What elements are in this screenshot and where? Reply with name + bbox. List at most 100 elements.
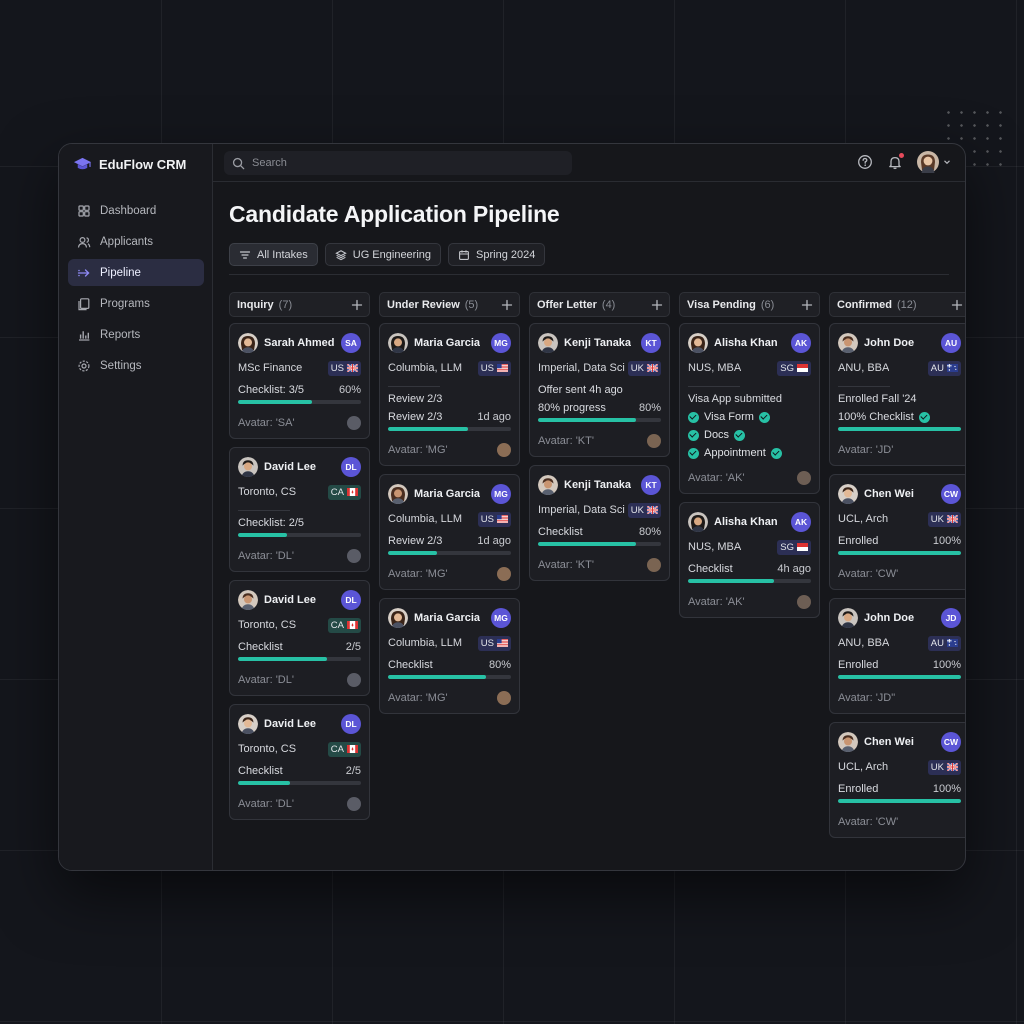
applicant-name: John Doe bbox=[864, 337, 915, 349]
applicant-card[interactable]: Maria Garcia MG Columbia, LLM US Review 2/3 R… bbox=[379, 323, 520, 466]
applicant-card[interactable]: Sarah Ahmed SA MSc Finance US Checklist: 3/5… bbox=[229, 323, 370, 439]
column-count: (6) bbox=[760, 298, 775, 311]
program-row: Toronto, CS CA bbox=[238, 615, 361, 635]
status-label: Review 2/3 bbox=[388, 393, 443, 405]
progress-fill bbox=[238, 781, 290, 785]
column-header: Offer Letter (4) bbox=[529, 292, 670, 317]
card-divider bbox=[688, 386, 740, 387]
search-input[interactable] bbox=[252, 157, 552, 169]
initials-badge: DL bbox=[341, 457, 361, 477]
card-footer: Avatar: 'DL' bbox=[238, 549, 361, 563]
applicant-name: Sarah Ahmed bbox=[264, 337, 335, 349]
progress-label: Checklist bbox=[538, 526, 583, 538]
au-flag-icon bbox=[947, 639, 958, 647]
applicant-photo bbox=[688, 512, 708, 532]
progress-fill bbox=[838, 799, 961, 803]
applicant-card[interactable]: David Lee DL Toronto, CS CA Checklist 2/5 Avat… bbox=[229, 580, 370, 696]
applicant-photo bbox=[838, 732, 858, 752]
sidebar-item-dashboard[interactable]: Dashboard bbox=[68, 197, 204, 224]
progress-value: 80% bbox=[488, 659, 511, 671]
card-footer: Avatar: 'CW' bbox=[838, 567, 961, 581]
dashboard-icon bbox=[78, 204, 90, 217]
program-row: Imperial, Data Sci UK bbox=[538, 500, 661, 520]
card-footer: Avatar: 'MG' bbox=[388, 567, 511, 581]
column-header: Inquiry (7) bbox=[229, 292, 370, 317]
avatar-caption: Avatar: 'AK' bbox=[688, 596, 745, 608]
country-code: AU bbox=[930, 362, 944, 374]
filter-chip-spring-2024[interactable]: Spring 2024 bbox=[448, 243, 546, 266]
country-code: US bbox=[330, 362, 344, 374]
avatar-caption: Avatar: 'AK' bbox=[688, 472, 745, 484]
card-footer: Avatar: 'SA' bbox=[238, 416, 361, 430]
program-row: Columbia, LLM US bbox=[388, 358, 511, 378]
country-code: CA bbox=[330, 486, 344, 498]
add-card-icon[interactable] bbox=[801, 299, 813, 311]
initials-badge: SA bbox=[341, 333, 361, 353]
applicant-photo bbox=[388, 608, 408, 628]
applicant-card[interactable]: Kenji Tanaka KT Imperial, Data Sci UK Offer … bbox=[529, 323, 670, 457]
applicant-card[interactable]: Kenji Tanaka KT Imperial, Data Sci UK Checkl… bbox=[529, 465, 670, 581]
program-name: Columbia, LLM bbox=[388, 513, 462, 525]
card-footer: Avatar: 'JD" bbox=[838, 691, 961, 705]
applicant-card[interactable]: Chen Wei CW UCL, Arch UK Enrolled 100% Avatar:… bbox=[829, 474, 965, 590]
applicant-card[interactable]: David Lee DL Toronto, CS CA Checklist: 2/5 Av… bbox=[229, 447, 370, 572]
search-icon bbox=[232, 157, 245, 169]
add-card-icon[interactable] bbox=[651, 299, 663, 311]
sidebar-item-programs[interactable]: Programs bbox=[68, 290, 204, 317]
divider bbox=[229, 274, 949, 275]
progress-row: Review 2/3 1d ago bbox=[388, 535, 511, 547]
progress-bar bbox=[238, 400, 361, 404]
mini-avatar bbox=[797, 471, 811, 485]
add-card-icon[interactable] bbox=[351, 299, 363, 311]
column-title: Confirmed bbox=[837, 298, 892, 311]
column-header: Confirmed (12) bbox=[829, 292, 965, 317]
avatar-caption: Avatar: 'JD' bbox=[838, 444, 894, 456]
country-tag: SG bbox=[777, 539, 811, 555]
initials-badge: DL bbox=[341, 590, 361, 610]
progress-label: Review 2/3 bbox=[388, 411, 443, 423]
initials-badge: MG bbox=[491, 333, 511, 353]
sidebar-item-settings[interactable]: Settings bbox=[68, 352, 204, 379]
column-title: Under Review bbox=[387, 298, 460, 311]
filter-chip-all-intakes[interactable]: All Intakes bbox=[229, 243, 318, 266]
search-box[interactable] bbox=[224, 151, 572, 175]
sidebar-item-pipeline[interactable]: Pipeline bbox=[68, 259, 204, 286]
applicant-card[interactable]: Alisha Khan AK NUS, MBA SG Checklist 4h ago Av… bbox=[679, 502, 820, 618]
applicant-card[interactable]: Maria Garcia MG Columbia, LLM US Checklist 80… bbox=[379, 598, 520, 714]
applicant-photo bbox=[238, 590, 258, 610]
applicant-card[interactable]: John Doe AU ANU, BBA AU Enrolled Fall '24 100… bbox=[829, 323, 965, 466]
pipeline-column-confirmed: Confirmed (12) John Doe AU ANU, BBA AU Enroll… bbox=[829, 292, 965, 846]
initials-badge: JD bbox=[941, 608, 961, 628]
notifications-button[interactable] bbox=[887, 153, 904, 170]
add-card-icon[interactable] bbox=[951, 299, 963, 311]
applicant-card[interactable]: Chen Wei CW UCL, Arch UK Enrolled 100% Avatar:… bbox=[829, 722, 965, 838]
progress-row: Checklist 80% bbox=[388, 659, 511, 671]
ca-flag-icon bbox=[347, 488, 358, 496]
card-footer: Avatar: 'DL' bbox=[238, 797, 361, 811]
pipeline-column-visa-pending: Visa Pending (6) Alisha Khan AK NUS, MBA SG V… bbox=[679, 292, 820, 846]
applicant-card[interactable]: David Lee DL Toronto, CS CA Checklist 2/5 Avat… bbox=[229, 704, 370, 820]
program-row: Columbia, LLM US bbox=[388, 509, 511, 529]
add-card-icon[interactable] bbox=[501, 299, 513, 311]
us-flag-icon bbox=[497, 639, 508, 647]
check-circle-icon bbox=[734, 429, 746, 441]
program-name: MSc Finance bbox=[238, 362, 303, 374]
card-footer: Avatar: 'CW' bbox=[838, 815, 961, 829]
filter-chip-label: Spring 2024 bbox=[476, 248, 536, 261]
sidebar-item-applicants[interactable]: Applicants bbox=[68, 228, 204, 255]
progress-fill bbox=[838, 551, 961, 555]
help-icon[interactable] bbox=[857, 154, 873, 170]
progress-fill bbox=[388, 551, 438, 555]
applicant-photo bbox=[238, 457, 258, 477]
program-name: Columbia, LLM bbox=[388, 637, 462, 649]
progress-label: Checklist bbox=[238, 765, 283, 777]
user-menu[interactable] bbox=[917, 151, 951, 173]
brand[interactable]: EduFlow CRM bbox=[73, 155, 186, 174]
applicant-card[interactable]: Maria Garcia MG Columbia, LLM US Review 2/3 1… bbox=[379, 474, 520, 590]
initials-badge: AU bbox=[941, 333, 961, 353]
card-header: Alisha Khan AK bbox=[688, 332, 811, 354]
sidebar-item-reports[interactable]: Reports bbox=[68, 321, 204, 348]
applicant-card[interactable]: Alisha Khan AK NUS, MBA SG Visa App submitte… bbox=[679, 323, 820, 494]
filter-chip-ug-engineering[interactable]: UG Engineering bbox=[324, 243, 442, 266]
applicant-card[interactable]: John Doe JD ANU, BBA AU Enrolled 100% Avatar: … bbox=[829, 598, 965, 714]
